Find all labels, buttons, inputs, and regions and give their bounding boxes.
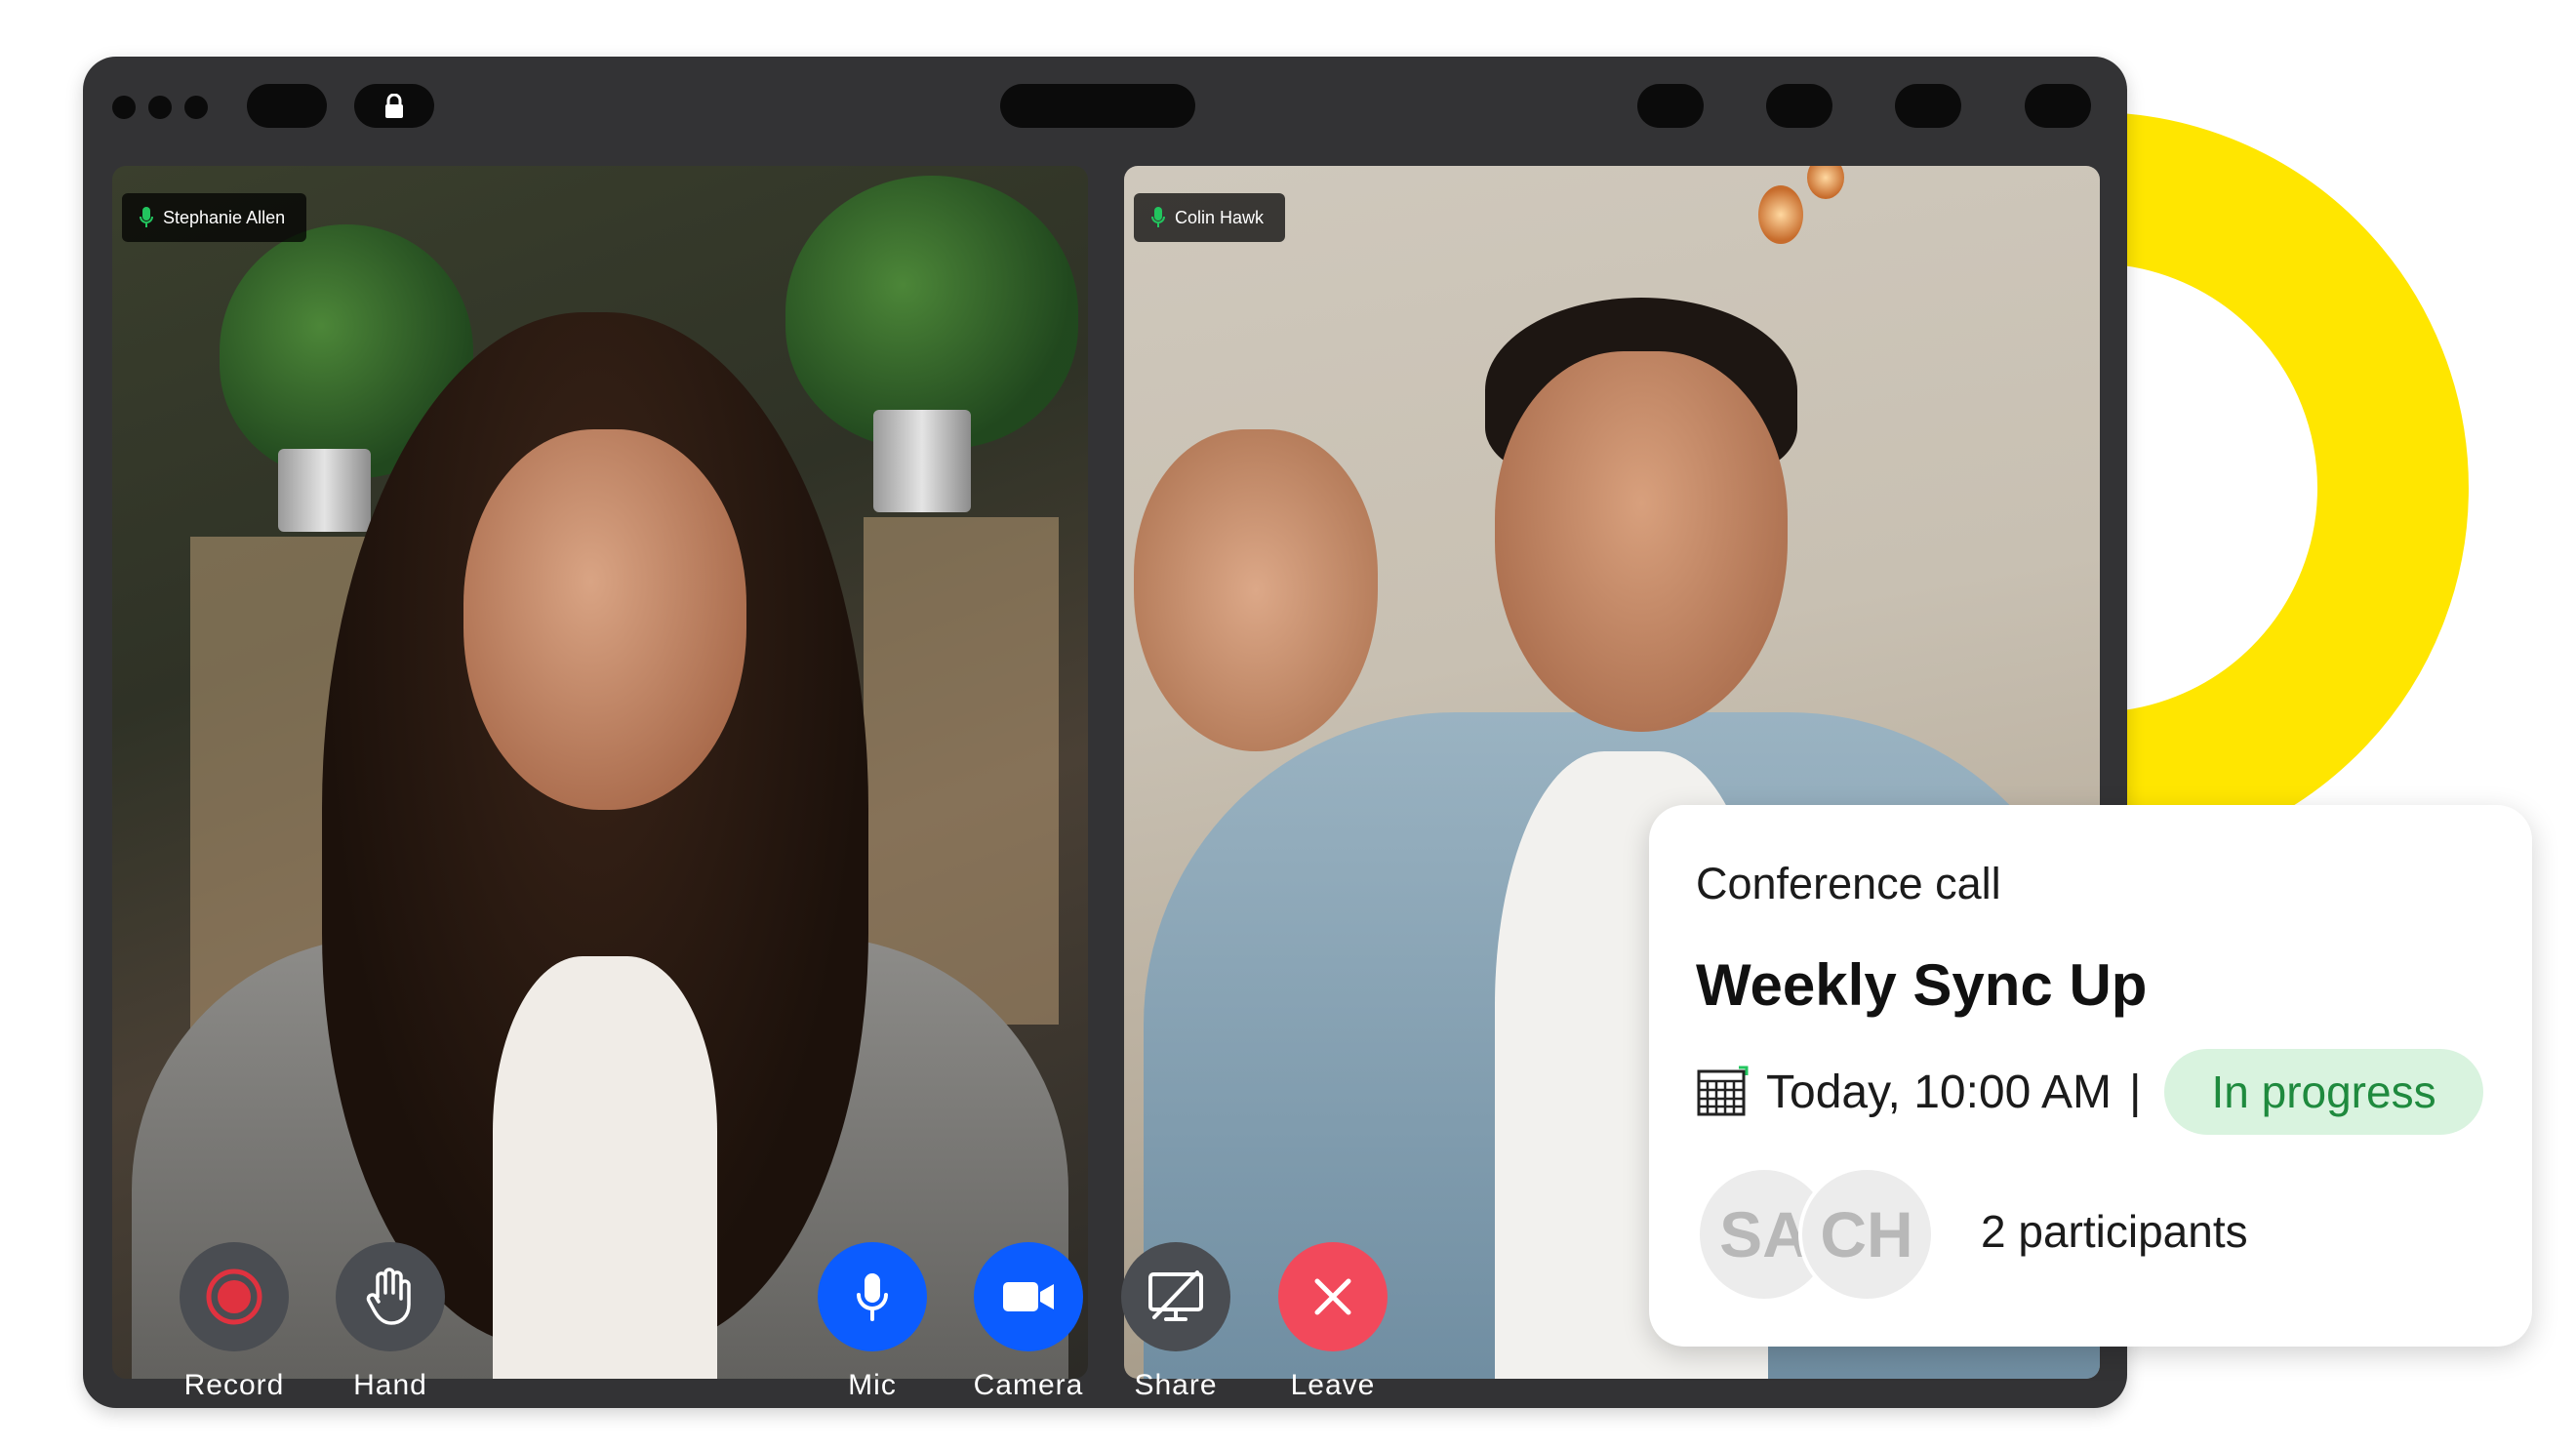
- participant-count: 2 participants: [1981, 1206, 2248, 1257]
- leave-control: Leave: [1275, 1242, 1390, 1402]
- hand-control: Hand: [333, 1242, 448, 1402]
- time-separator: |: [2129, 1066, 2142, 1118]
- person-face: [1495, 351, 1788, 732]
- titlebar-pill[interactable]: [1766, 84, 1832, 128]
- titlebar-pill[interactable]: [1895, 84, 1961, 128]
- meeting-time: Today, 10:00 AM: [1766, 1066, 2112, 1118]
- record-control: Record: [177, 1242, 292, 1402]
- camera-control: Camera: [971, 1242, 1086, 1402]
- meeting-time-row: Today, 10:00 AM | In progress: [1696, 1049, 2483, 1135]
- avatar[interactable]: CH: [1798, 1166, 1935, 1303]
- camera-label: Camera: [973, 1369, 1084, 1401]
- mic-icon: [140, 207, 153, 227]
- leave-label: Leave: [1290, 1369, 1376, 1401]
- camera-button[interactable]: [974, 1242, 1083, 1351]
- calendar-icon: [1697, 1066, 1749, 1116]
- camera-icon: [1003, 1282, 1054, 1311]
- mic-label: Mic: [848, 1369, 897, 1401]
- titlebar-pill[interactable]: [1000, 84, 1195, 128]
- share-screen-off-icon: [1148, 1270, 1203, 1321]
- titlebar-pill[interactable]: [1637, 84, 1704, 128]
- person-face: [463, 429, 746, 810]
- record-label: Record: [183, 1369, 285, 1401]
- waving-hand: [1134, 429, 1378, 751]
- person-shirt: [493, 956, 717, 1379]
- plant-pot: [278, 449, 371, 532]
- mic-icon: [857, 1273, 888, 1321]
- hand-label: Hand: [353, 1369, 427, 1401]
- record-icon: [206, 1268, 262, 1325]
- mic-control: Mic: [815, 1242, 930, 1402]
- meeting-info-card: Conference call Weekly Sync Up Today, 10…: [1649, 805, 2532, 1347]
- window-dot[interactable]: [112, 96, 136, 119]
- meeting-type: Conference call: [1696, 859, 2001, 908]
- lamp: [1807, 166, 1844, 199]
- titlebar-pill[interactable]: [247, 84, 327, 128]
- plant-pot: [873, 410, 971, 512]
- plant: [785, 176, 1078, 449]
- status-badge: In progress: [2164, 1049, 2483, 1135]
- window-dot[interactable]: [148, 96, 172, 119]
- participant-name: Stephanie Allen: [163, 207, 286, 227]
- leave-button[interactable]: [1278, 1242, 1388, 1351]
- titlebar: [83, 57, 2127, 164]
- lamp: [1758, 185, 1803, 244]
- raise-hand-button[interactable]: [336, 1242, 445, 1351]
- record-button[interactable]: [180, 1242, 289, 1351]
- window-dot[interactable]: [184, 96, 208, 119]
- meeting-title: Weekly Sync Up: [1696, 952, 2148, 1018]
- participant-name: Colin Hawk: [1175, 207, 1265, 227]
- participant-avatars: SA CH: [1696, 1166, 1940, 1303]
- share-label: Share: [1134, 1369, 1218, 1401]
- lock-button[interactable]: [354, 84, 434, 128]
- participant-name-tag: Stephanie Allen: [122, 193, 307, 242]
- mic-icon: [1151, 207, 1165, 227]
- mic-button[interactable]: [818, 1242, 927, 1351]
- share-control: Share: [1118, 1242, 1233, 1402]
- close-icon: [1314, 1278, 1351, 1315]
- participant-name-tag: Colin Hawk: [1134, 193, 1286, 242]
- titlebar-pill[interactable]: [2025, 84, 2091, 128]
- video-tile-stephanie[interactable]: Stephanie Allen: [112, 166, 1088, 1379]
- hand-icon: [366, 1268, 411, 1325]
- share-button[interactable]: [1121, 1242, 1230, 1351]
- lock-icon: [385, 93, 403, 118]
